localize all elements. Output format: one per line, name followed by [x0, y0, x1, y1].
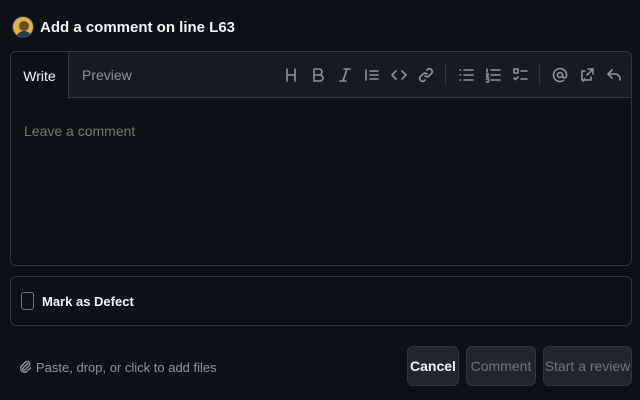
mark-as-defect-panel: Mark as Defect — [10, 276, 632, 326]
tab-write[interactable]: Write — [11, 52, 69, 99]
toolbar-divider — [445, 64, 446, 86]
quote-button[interactable] — [358, 61, 385, 89]
tab-preview[interactable]: Preview — [82, 52, 132, 98]
formatting-toolbar — [277, 52, 627, 98]
start-review-button[interactable]: Start a review — [543, 346, 632, 386]
ordered-list-button[interactable] — [479, 61, 506, 89]
reply-button[interactable] — [600, 61, 627, 89]
link-button[interactable] — [412, 61, 439, 89]
comment-title: Add a comment on line L63 — [40, 18, 236, 36]
cross-reference-icon — [580, 68, 594, 82]
comment-header: Add a comment on line L63 — [12, 12, 235, 42]
attach-files-link[interactable]: Paste, drop, or click to add files — [18, 356, 217, 378]
user-avatar[interactable] — [12, 16, 34, 38]
unordered-list-icon — [458, 69, 474, 81]
paperclip-icon — [19, 360, 31, 373]
bold-icon — [312, 68, 324, 82]
quote-icon — [364, 69, 379, 81]
mention-button[interactable] — [546, 61, 573, 89]
bold-button[interactable] — [304, 61, 331, 89]
comment-editor: Write Preview — [10, 51, 632, 266]
heading-button[interactable] — [277, 61, 304, 89]
mention-icon — [552, 67, 567, 83]
code-button[interactable] — [385, 61, 412, 89]
link-icon — [418, 67, 433, 83]
avatar-face — [19, 21, 29, 31]
unordered-list-button[interactable] — [452, 61, 479, 89]
editor-tabs-bar: Write Preview — [11, 52, 631, 99]
avatar-body — [16, 31, 32, 37]
cancel-button[interactable]: Cancel — [407, 346, 459, 386]
cross-reference-button[interactable] — [573, 61, 600, 89]
task-list-button[interactable] — [506, 61, 533, 89]
task-list-icon — [512, 68, 528, 81]
toolbar-divider — [539, 64, 540, 86]
mark-as-defect-checkbox[interactable] — [21, 292, 34, 310]
mark-as-defect-label[interactable]: Mark as Defect — [42, 294, 134, 309]
attach-files-text: Paste, drop, or click to add files — [36, 359, 217, 375]
comment-button[interactable]: Comment — [466, 346, 536, 386]
comment-textarea[interactable] — [11, 99, 631, 265]
heading-icon — [285, 68, 296, 82]
ordered-list-icon — [485, 68, 501, 83]
italic-button[interactable] — [331, 61, 358, 89]
italic-icon — [338, 68, 351, 82]
reply-icon — [606, 69, 621, 81]
code-icon — [390, 70, 407, 80]
